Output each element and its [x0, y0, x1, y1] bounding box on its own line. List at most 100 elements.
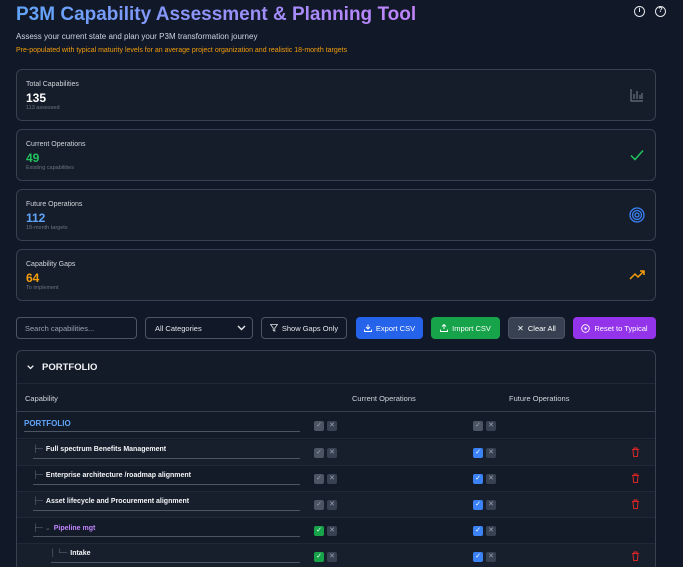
future-clear-icon[interactable]: ✕: [486, 474, 496, 484]
search-input[interactable]: Search capabilities...: [16, 317, 137, 339]
current-checkbox[interactable]: ✓: [314, 500, 324, 510]
reset-icon: [581, 323, 591, 333]
filter-icon: [269, 324, 278, 332]
trash-icon[interactable]: [631, 447, 640, 457]
stat-label: Total Capabilities: [26, 81, 79, 88]
capability-name[interactable]: ├─ Asset lifecycle and Procurement alignm…: [33, 498, 300, 511]
table-row: ├─ Asset lifecycle and Procurement alignm…: [17, 492, 655, 518]
table-header: Capability Current Operations Future Ope…: [17, 383, 655, 412]
import-csv-button[interactable]: Import CSV: [431, 317, 500, 339]
clear-all-button[interactable]: ✕ Clear All: [508, 317, 565, 339]
stat-card-total: Total Capabilities 135 113 assessed: [16, 69, 656, 121]
future-checkbox[interactable]: ✓: [473, 474, 483, 484]
current-checkbox[interactable]: ✓: [314, 448, 324, 458]
column-header-capability: Capability: [25, 394, 58, 403]
stat-card-future: Future Operations 112 18-month targets: [16, 189, 656, 241]
current-clear-icon[interactable]: ✕: [327, 421, 337, 431]
current-clear-icon[interactable]: ✕: [327, 500, 337, 510]
reset-to-typical-button[interactable]: Reset to Typical: [573, 317, 656, 339]
stat-card-current: Current Operations 49 Existing capabilit…: [16, 129, 656, 181]
close-icon: ✕: [517, 323, 524, 333]
category-select[interactable]: All Categories: [145, 317, 253, 339]
tree-connector: ├─: [33, 446, 43, 453]
capability-label: Asset lifecycle and Procurement alignmen…: [45, 498, 190, 505]
import-csv-label: Import CSV: [452, 323, 491, 333]
category-select-value: All Categories: [155, 323, 202, 333]
future-checkbox[interactable]: ✓: [473, 552, 483, 562]
capability-label: Full spectrum Benefits Management: [45, 446, 167, 453]
capability-label: Intake: [70, 550, 91, 557]
chevron-down-icon: [27, 365, 34, 370]
table-row: ├─ Full spectrum Benefits Management ✓ ✕ …: [17, 440, 655, 466]
stat-sub: 113 assessed: [26, 105, 60, 111]
tree-connector: ├─: [33, 472, 43, 479]
current-clear-icon[interactable]: ✕: [327, 526, 337, 536]
capability-name[interactable]: PORTFOLIO: [24, 419, 300, 432]
stat-sub: To implement: [26, 285, 59, 291]
section-title: PORTFOLIO: [42, 362, 98, 373]
current-checkbox[interactable]: ✓: [314, 552, 324, 562]
future-clear-icon[interactable]: ✕: [486, 421, 496, 431]
portfolio-panel: PORTFOLIO Capability Current Operations …: [16, 350, 656, 567]
tree-connector: ├─: [33, 498, 43, 505]
page-subtitle: Assess your current state and plan your …: [16, 32, 258, 41]
download-icon: [363, 324, 372, 332]
trash-icon[interactable]: [631, 473, 640, 483]
check-icon: [630, 150, 644, 161]
future-clear-icon[interactable]: ✕: [486, 552, 496, 562]
stat-value: 135: [26, 91, 47, 105]
info-icon[interactable]: i: [634, 6, 645, 17]
stat-value: 64: [26, 271, 40, 285]
tree-connector: │ └─: [51, 550, 68, 557]
current-clear-icon[interactable]: ✕: [327, 552, 337, 562]
trash-icon[interactable]: [631, 499, 640, 509]
header: P3M Capability Assessment & Planning Too…: [16, 4, 666, 54]
capability-name[interactable]: ├─ ⌄ Pipeline mgt: [33, 524, 300, 537]
table-row: PORTFOLIO ✓ ✕ ✓ ✕: [17, 413, 655, 439]
tree-connector: ├─ ⌄: [33, 525, 51, 532]
current-checkbox[interactable]: ✓: [314, 526, 324, 536]
column-header-future: Future Operations: [509, 394, 570, 403]
table-row: │ └─ Intake ✓ ✕ ✓ ✕: [17, 544, 655, 567]
capability-name[interactable]: │ └─ Intake: [51, 550, 300, 563]
page-title: P3M Capability Assessment & Planning Too…: [16, 4, 417, 25]
trending-up-icon: [629, 270, 645, 280]
trash-icon[interactable]: [631, 551, 640, 561]
current-checkbox[interactable]: ✓: [314, 421, 324, 431]
future-checkbox[interactable]: ✓: [473, 526, 483, 536]
stat-card-gaps: Capability Gaps 64 To implement: [16, 249, 656, 301]
help-icon[interactable]: ?: [655, 6, 666, 17]
prepopulated-note: Pre-populated with typical maturity leve…: [16, 47, 348, 54]
stat-value: 49: [26, 151, 40, 165]
current-clear-icon[interactable]: ✕: [327, 474, 337, 484]
stat-value: 112: [26, 211, 46, 225]
table-row: ├─ Enterprise architecture /roadmap align…: [17, 466, 655, 492]
capability-name[interactable]: ├─ Enterprise architecture /roadmap align…: [33, 472, 300, 485]
stat-label: Future Operations: [26, 201, 83, 208]
column-header-current: Current Operations: [352, 394, 416, 403]
target-icon: [629, 207, 645, 223]
future-clear-icon[interactable]: ✕: [486, 526, 496, 536]
capability-name[interactable]: ├─ Full spectrum Benefits Management: [33, 446, 300, 459]
future-checkbox[interactable]: ✓: [473, 421, 483, 431]
stat-sub: 18-month targets: [26, 225, 68, 231]
table-row: ├─ ⌄ Pipeline mgt ✓ ✕ ✓ ✕: [17, 518, 655, 544]
stat-label: Current Operations: [26, 141, 86, 148]
show-gaps-label: Show Gaps Only: [281, 323, 339, 333]
show-gaps-button[interactable]: Show Gaps Only: [261, 317, 347, 339]
current-clear-icon[interactable]: ✕: [327, 448, 337, 458]
portfolio-section-header[interactable]: PORTFOLIO: [27, 362, 97, 373]
stat-sub: Existing capabilities: [26, 165, 74, 171]
upload-icon: [440, 324, 449, 332]
future-clear-icon[interactable]: ✕: [486, 448, 496, 458]
capability-label: Pipeline mgt: [53, 525, 96, 532]
future-checkbox[interactable]: ✓: [473, 500, 483, 510]
chevron-down-icon: [237, 325, 246, 331]
future-clear-icon[interactable]: ✕: [486, 500, 496, 510]
future-checkbox[interactable]: ✓: [473, 448, 483, 458]
reset-label: Reset to Typical: [594, 323, 648, 333]
bar-chart-icon: [630, 89, 643, 102]
export-csv-label: Export CSV: [375, 323, 416, 333]
current-checkbox[interactable]: ✓: [314, 474, 324, 484]
export-csv-button[interactable]: Export CSV: [356, 317, 423, 339]
